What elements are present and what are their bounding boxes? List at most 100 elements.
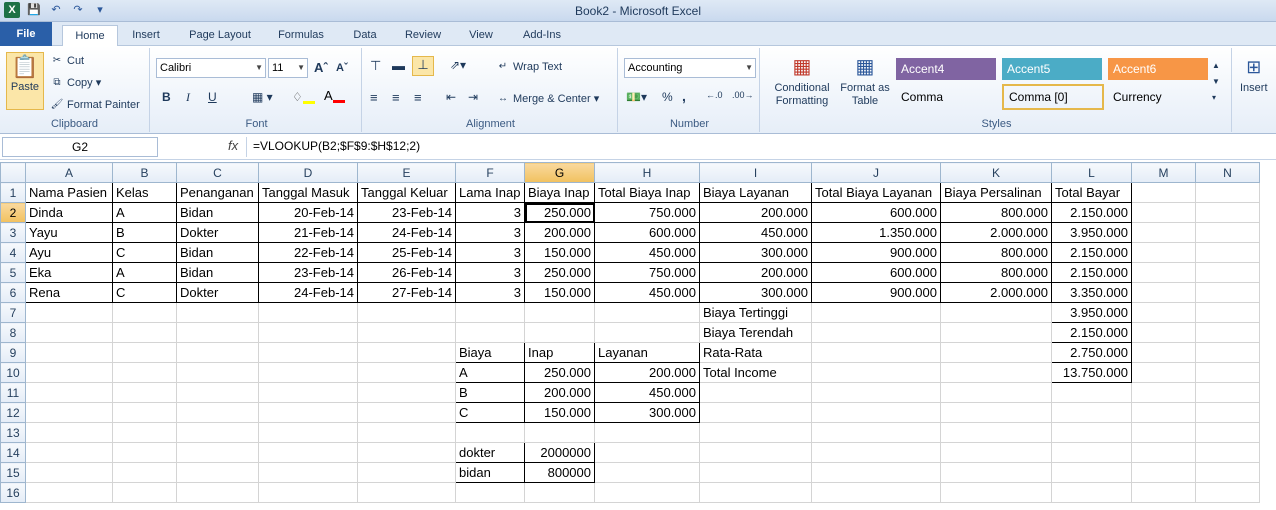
cell[interactable]: 3 [455,202,525,223]
align-top-icon[interactable]: ⊤ [370,58,381,74]
cell[interactable]: 200.000 [524,382,595,403]
cell[interactable]: 2.150.000 [1051,322,1132,343]
cell[interactable]: A [112,202,177,223]
cell[interactable]: Nama Pasien [25,182,113,203]
cell[interactable] [811,442,941,463]
cell[interactable]: 2.000.000 [940,222,1052,243]
cell[interactable]: Ayu [25,242,113,263]
fill-color-icon[interactable]: ♢ [292,90,315,104]
cell[interactable] [258,402,358,423]
cell[interactable]: 23-Feb-14 [357,202,456,223]
cell[interactable]: 450.000 [594,282,700,303]
cell[interactable]: Dinda [25,202,113,223]
align-left-icon[interactable]: ≡ [370,90,378,105]
cell[interactable]: 150.000 [524,402,595,423]
cell[interactable]: 3.950.000 [1051,222,1132,243]
cell[interactable]: 2.750.000 [1051,342,1132,363]
cell[interactable]: 800.000 [940,202,1052,223]
conditional-formatting-button[interactable]: ▦ Conditional Formatting [766,52,838,108]
cell[interactable]: 26-Feb-14 [357,262,456,283]
cell[interactable] [1131,422,1196,443]
cell[interactable]: 300.000 [699,242,812,263]
cell[interactable]: 300.000 [699,282,812,303]
cell[interactable] [940,362,1052,383]
cell[interactable] [258,382,358,403]
column-header[interactable]: E [357,162,456,183]
cell[interactable] [699,462,812,483]
cell[interactable] [594,422,700,443]
copy-button[interactable]: ⧉ Copy ▾ [50,76,101,90]
cell[interactable] [176,302,259,323]
cell[interactable]: Bidan [176,202,259,223]
row-header[interactable]: 10 [0,362,26,383]
cell[interactable] [176,422,259,443]
cell[interactable]: Total Income [699,362,812,383]
cell[interactable] [1195,462,1260,483]
cell[interactable]: 27-Feb-14 [357,282,456,303]
tab-formulas[interactable]: Formulas [270,25,332,46]
cell[interactable] [258,342,358,363]
font-color-icon[interactable]: A [324,88,345,103]
cell[interactable] [1195,382,1260,403]
cell[interactable] [1051,402,1132,423]
cell[interactable] [112,462,177,483]
cell[interactable]: 300.000 [594,402,700,423]
align-middle-icon[interactable]: ▬ [392,58,405,73]
cell[interactable]: 200.000 [699,262,812,283]
cell[interactable] [1051,382,1132,403]
cell[interactable] [1131,202,1196,223]
cell[interactable] [357,462,456,483]
insert-cells-button[interactable]: ⊞ Insert [1240,52,1268,94]
cell[interactable]: 750.000 [594,262,700,283]
cell[interactable] [1195,222,1260,243]
cell[interactable] [25,342,113,363]
cell[interactable]: Layanan [594,342,700,363]
cell[interactable] [1195,262,1260,283]
font-size-select[interactable]: 11 ▼ [268,58,308,78]
cell[interactable] [940,482,1052,503]
cell[interactable]: 25-Feb-14 [357,242,456,263]
row-header[interactable]: 15 [0,462,26,483]
cell[interactable] [940,342,1052,363]
cell[interactable] [811,302,941,323]
column-header[interactable]: H [594,162,700,183]
cell[interactable] [455,482,525,503]
cell[interactable] [594,302,700,323]
cell[interactable] [699,402,812,423]
cell[interactable]: 600.000 [811,262,941,283]
cell[interactable] [258,442,358,463]
cell[interactable] [1195,302,1260,323]
cell[interactable]: Biaya [455,342,525,363]
cell[interactable]: Tanggal Masuk [258,182,358,203]
cell[interactable]: 3.950.000 [1051,302,1132,323]
align-center-icon[interactable]: ≡ [392,90,400,105]
cell[interactable]: 200.000 [699,202,812,223]
cell[interactable]: Dokter [176,222,259,243]
cell[interactable]: 600.000 [811,202,941,223]
cell[interactable] [811,422,941,443]
cell[interactable] [357,442,456,463]
cell[interactable] [524,322,595,343]
cell[interactable] [112,382,177,403]
cell[interactable] [940,322,1052,343]
cell[interactable] [1195,362,1260,383]
row-header[interactable]: 2 [0,202,26,223]
align-bottom-icon[interactable]: ⊥ [412,56,434,76]
cell[interactable] [25,302,113,323]
increase-decimal-icon[interactable]: ←.0 [706,90,723,100]
cell[interactable] [594,462,700,483]
cell[interactable] [25,442,113,463]
cell[interactable]: Eka [25,262,113,283]
cell[interactable] [357,322,456,343]
cell[interactable] [811,342,941,363]
currency-format-icon[interactable]: 💵▾ [626,90,647,104]
cell[interactable]: 250.000 [524,202,595,223]
cell[interactable] [524,422,595,443]
bold-button[interactable]: B [162,90,171,104]
cell[interactable]: 150.000 [524,242,595,263]
row-header[interactable]: 14 [0,442,26,463]
cell[interactable]: Biaya Inap [524,182,595,203]
column-header[interactable]: N [1195,162,1260,183]
cell[interactable]: 600.000 [594,222,700,243]
cell[interactable]: 450.000 [594,382,700,403]
